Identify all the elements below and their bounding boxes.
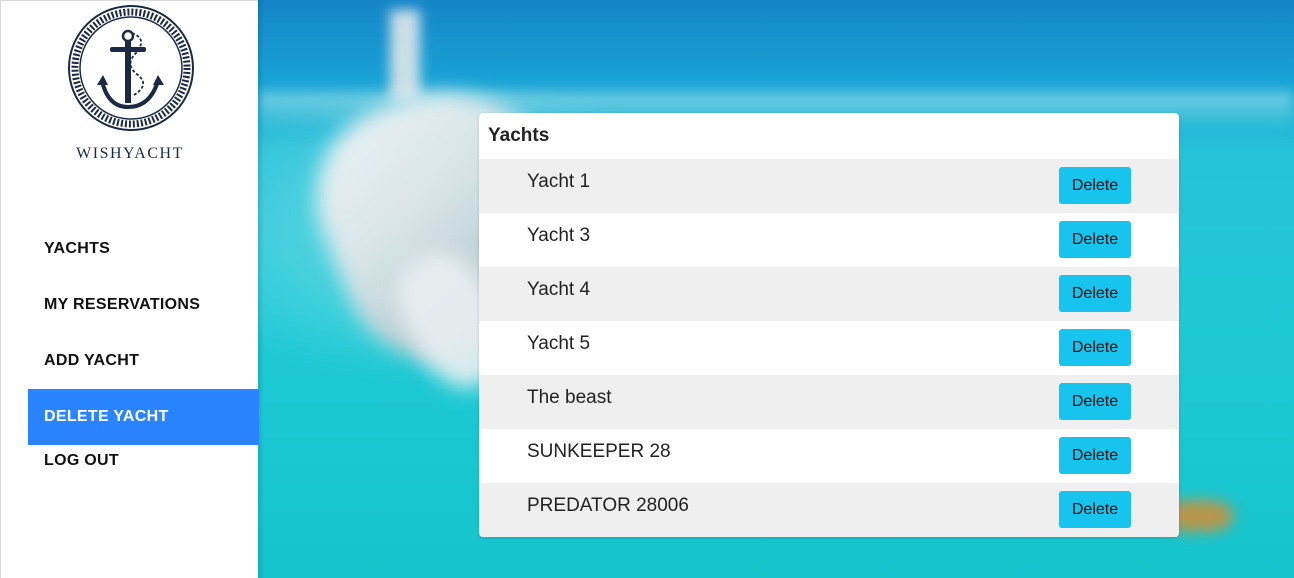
sidebar-nav: YACHTS MY RESERVATIONS ADD YACHT DELETE … xyxy=(28,221,259,482)
yacht-name: Yacht 3 xyxy=(527,225,591,246)
list-item: The beast Delete xyxy=(479,375,1179,429)
nav-log-out[interactable]: LOG OUT xyxy=(28,440,259,482)
yacht-name: Yacht 4 xyxy=(527,279,591,300)
list-item: Yacht 4 Delete xyxy=(479,267,1179,321)
yacht-list: Yacht 1 Delete Yacht 3 Delete Yacht 4 De… xyxy=(479,159,1179,537)
yacht-name: Yacht 5 xyxy=(527,333,591,354)
yacht-name: SUNKEEPER 28 xyxy=(527,441,671,462)
list-item: SUNKEEPER 28 Delete xyxy=(479,429,1179,483)
brand-name: WISHYACHT xyxy=(76,145,184,162)
yacht-name: Yacht 1 xyxy=(527,171,591,192)
list-item: Yacht 3 Delete xyxy=(479,213,1179,267)
yachts-panel: Yachts Yacht 1 Delete Yacht 3 Delete Yac… xyxy=(479,113,1179,537)
anchor-logo-icon xyxy=(66,3,196,133)
delete-button[interactable]: Delete xyxy=(1059,437,1131,474)
yacht-name: The beast xyxy=(527,387,612,408)
list-item: PREDATOR 28006 Delete xyxy=(479,483,1179,537)
delete-button[interactable]: Delete xyxy=(1059,275,1131,312)
list-item: Yacht 1 Delete xyxy=(479,159,1179,213)
nav-yachts[interactable]: YACHTS xyxy=(28,221,259,277)
panel-title: Yachts xyxy=(488,125,550,146)
delete-button[interactable]: Delete xyxy=(1059,167,1131,204)
nav-delete-yacht[interactable]: DELETE YACHT xyxy=(28,389,259,445)
delete-button[interactable]: Delete xyxy=(1059,221,1131,258)
nav-my-reservations[interactable]: MY RESERVATIONS xyxy=(28,277,259,333)
delete-button[interactable]: Delete xyxy=(1059,491,1131,528)
yacht-name: PREDATOR 28006 xyxy=(527,495,689,516)
nav-add-yacht[interactable]: ADD YACHT xyxy=(28,333,259,389)
delete-button[interactable]: Delete xyxy=(1059,329,1131,366)
list-item: Yacht 5 Delete xyxy=(479,321,1179,375)
sidebar: WISHYACHT YACHTS MY RESERVATIONS ADD YAC… xyxy=(0,0,259,578)
delete-button[interactable]: Delete xyxy=(1059,383,1131,420)
